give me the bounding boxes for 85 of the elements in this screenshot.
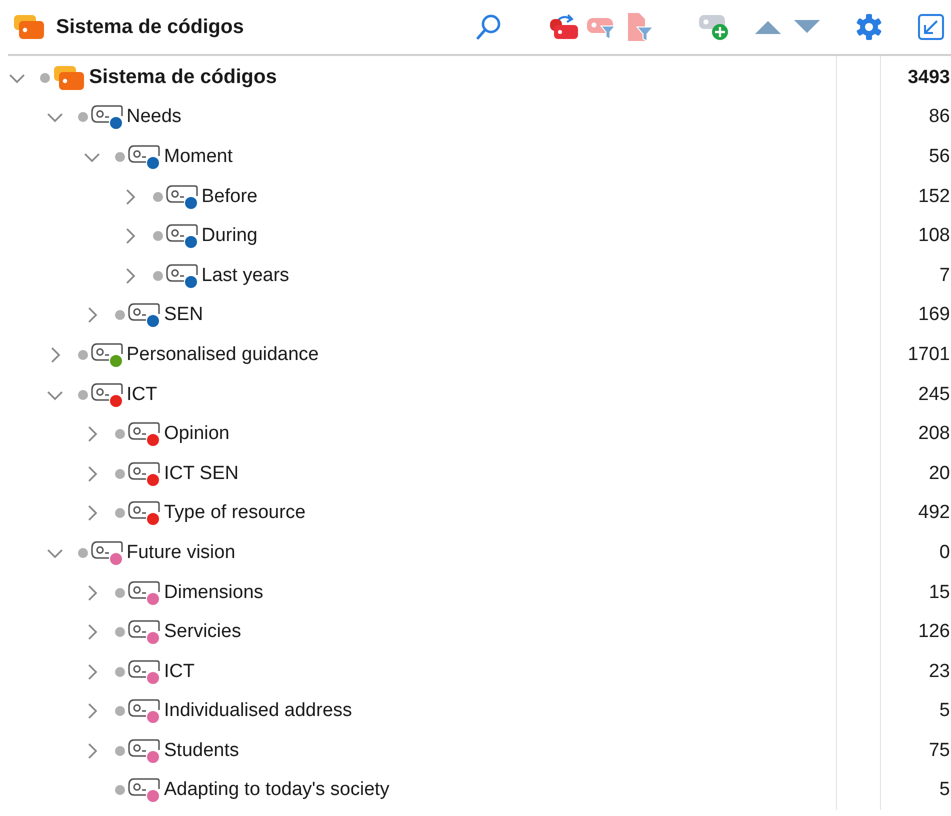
status-dot-icon	[152, 192, 162, 202]
status-dot-icon	[78, 112, 88, 122]
status-dot-icon	[115, 508, 125, 518]
new-code-icon[interactable]	[698, 12, 730, 42]
move-down-icon[interactable]	[793, 19, 821, 35]
coded-segments-count: 1701	[906, 344, 951, 366]
code-label[interactable]: Adapting to today's society	[164, 779, 390, 802]
code-label[interactable]: Personalised guidance	[126, 344, 319, 366]
code-icon	[128, 302, 160, 328]
code-icon	[128, 580, 160, 606]
status-dot-icon	[152, 270, 162, 281]
code-label[interactable]: Moment	[164, 146, 233, 168]
coded-segments-count: 20	[928, 462, 951, 485]
code-label[interactable]: Needs	[126, 106, 182, 128]
code-label[interactable]: SEN	[164, 304, 204, 326]
code-label[interactable]: ICT	[126, 384, 158, 406]
code-icon	[128, 619, 160, 646]
code-icon	[128, 738, 160, 764]
status-dot-icon	[115, 468, 125, 479]
coded-segments-count: 126	[917, 621, 951, 644]
settings-icon[interactable]	[855, 13, 883, 41]
status-dot-icon	[115, 627, 125, 638]
code-label[interactable]: Students	[164, 740, 239, 762]
status-dot-icon	[115, 746, 125, 756]
coded-segments-count: 56	[928, 146, 951, 168]
code-label[interactable]: Opinion	[164, 423, 230, 446]
status-dot-icon	[152, 231, 162, 242]
coded-segments-count: 208	[917, 423, 951, 446]
code-system-icon	[13, 14, 45, 40]
code-icon	[90, 382, 122, 408]
coded-segments-count: 75	[928, 740, 951, 762]
code-label[interactable]: Before	[202, 186, 258, 208]
status-dot-icon	[115, 785, 125, 796]
status-dot-icon	[115, 706, 125, 716]
status-dot-icon	[78, 548, 88, 558]
coded-segments-count: 23	[928, 660, 951, 683]
code-icon	[90, 540, 122, 566]
status-dot-icon	[115, 152, 125, 162]
panel-title: Sistema de códigos	[56, 16, 244, 38]
status-dot-icon	[78, 390, 88, 400]
code-icon	[166, 223, 198, 250]
code-icon	[128, 421, 160, 448]
coded-segments-count: 7	[938, 264, 951, 287]
code-label[interactable]: Type of resource	[164, 502, 306, 524]
maximize-icon[interactable]	[917, 13, 945, 41]
code-label[interactable]: Servicies	[164, 621, 242, 644]
code-tag-icon[interactable]	[548, 13, 580, 41]
coded-segments-count: 5	[938, 779, 951, 802]
status-dot-icon	[115, 429, 125, 440]
status-dot-icon	[115, 588, 125, 598]
code-icon	[166, 184, 198, 210]
code-label[interactable]: ICT SEN	[164, 462, 239, 485]
status-dot-icon	[115, 666, 125, 677]
coded-segments-count: 108	[917, 225, 951, 248]
code-label[interactable]: Sistema de códigos	[89, 66, 277, 90]
code-label[interactable]: ICT	[164, 660, 195, 683]
code-icon	[128, 698, 160, 724]
code-icon	[128, 777, 160, 804]
status-dot-icon	[115, 310, 125, 320]
coded-segments-count: 245	[917, 384, 951, 406]
code-icon	[90, 342, 122, 368]
coded-segments-count: 0	[938, 542, 951, 564]
coded-segments-count: 152	[917, 186, 951, 208]
code-icon	[128, 144, 160, 170]
status-dot-icon	[78, 350, 88, 360]
code-label[interactable]: Future vision	[126, 542, 236, 564]
code-label[interactable]: Dimensions	[164, 582, 264, 604]
coded-segments-count: 492	[917, 502, 951, 524]
coded-segments-count: 3493	[906, 66, 951, 89]
code-label[interactable]: Individualised address	[164, 700, 352, 722]
move-up-icon[interactable]	[754, 19, 782, 35]
coded-segments-count: 5	[938, 700, 951, 722]
code-icon	[128, 460, 160, 487]
coded-segments-count: 86	[928, 106, 951, 128]
search-icon[interactable]	[475, 13, 503, 41]
code-icon	[90, 104, 122, 130]
code-icon	[166, 262, 198, 289]
status-dot-icon	[40, 72, 50, 83]
code-icon	[128, 658, 160, 685]
code-label[interactable]: Last years	[202, 264, 290, 287]
code-system-icon	[53, 64, 85, 91]
coded-segments-count: 15	[928, 582, 951, 604]
coded-segments-count: 169	[917, 304, 951, 326]
code-label[interactable]: During	[202, 225, 258, 248]
code-icon	[128, 500, 160, 526]
